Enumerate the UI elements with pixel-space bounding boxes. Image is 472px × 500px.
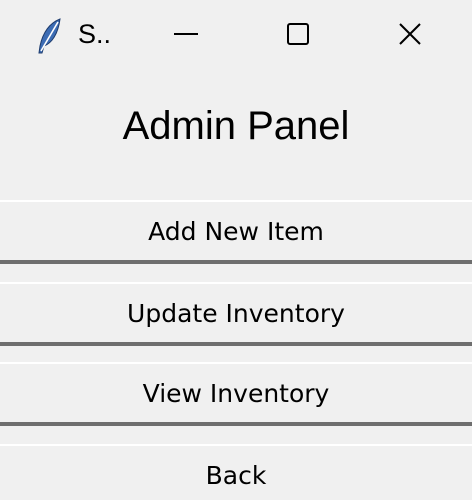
maximize-button[interactable] [262, 0, 334, 72]
minimize-icon [172, 20, 200, 53]
close-icon [396, 20, 424, 53]
title-bar[interactable]: S.. [0, 0, 472, 72]
maximize-icon [284, 20, 312, 53]
back-button[interactable]: Back [0, 444, 472, 500]
update-inventory-button[interactable]: Update Inventory [0, 282, 472, 346]
panel-heading: Admin Panel [122, 104, 350, 148]
add-new-item-button[interactable]: Add New Item [0, 200, 472, 264]
feather-icon [36, 18, 64, 54]
view-inventory-button[interactable]: View Inventory [0, 362, 472, 426]
minimize-button[interactable] [150, 0, 222, 72]
app-window: S.. Admin Panel Add New Item Update Inve… [0, 0, 472, 500]
close-button[interactable] [374, 0, 446, 72]
window-title: S.. [78, 19, 112, 49]
